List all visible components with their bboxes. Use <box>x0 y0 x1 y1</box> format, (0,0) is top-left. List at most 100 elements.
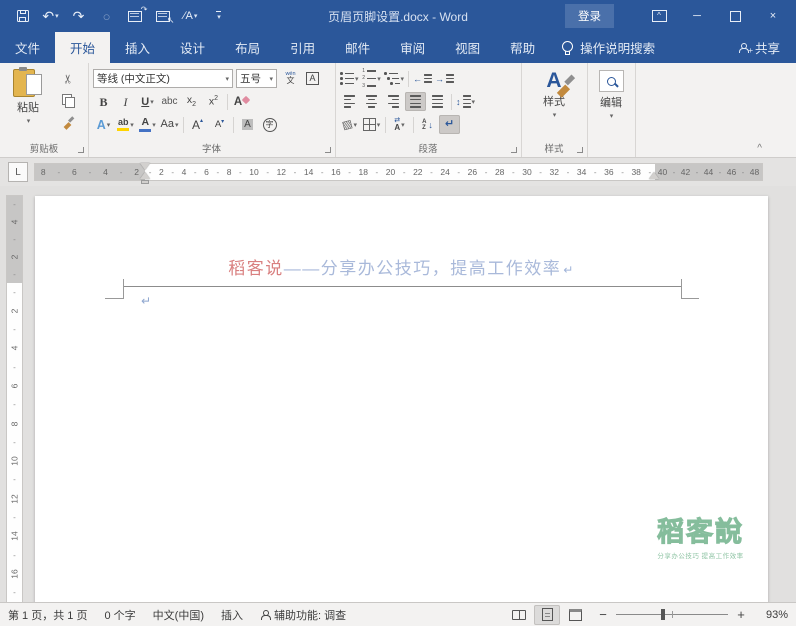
page-number-status[interactable]: 第 1 页，共 1 页 <box>8 607 87 623</box>
numbering-icon[interactable]: 123▾ <box>361 69 382 88</box>
italic-icon[interactable]: I <box>115 92 136 111</box>
shading-icon[interactable]: ▨▾ <box>339 115 360 134</box>
align-center-icon[interactable] <box>361 92 382 111</box>
clear-formatting-icon[interactable]: A <box>231 92 252 111</box>
tab-邮件[interactable]: 邮件 <box>330 32 385 63</box>
language-status[interactable]: 中文(中国) <box>153 607 204 623</box>
share-button[interactable]: + 共享 <box>738 32 796 63</box>
underline-icon[interactable]: U▾ <box>137 92 158 111</box>
word-count-status[interactable]: 0 个字 <box>104 607 135 623</box>
align-right-icon[interactable] <box>383 92 404 111</box>
tab-帮助[interactable]: 帮助 <box>495 32 550 63</box>
justify-icon[interactable] <box>405 92 426 111</box>
zoom-slider[interactable] <box>616 614 728 615</box>
styles-dialog-launcher[interactable] <box>577 147 583 153</box>
increase-indent-icon[interactable]: → <box>434 69 455 88</box>
tab-引用[interactable]: 引用 <box>275 32 330 63</box>
login-button[interactable]: 登录 <box>565 4 614 28</box>
subscript-icon[interactable]: x2 <box>181 92 202 111</box>
copy-icon[interactable] <box>58 93 79 108</box>
font-size-combo[interactable]: 五号 ▾ <box>236 69 277 88</box>
paste-button[interactable]: 粘贴 ▾ <box>5 69 51 125</box>
style-painter-icon[interactable]: ∕A▾ <box>180 7 201 26</box>
vertical-ruler[interactable]: -4-2- -2-4-6-8-10-12-14-16- <box>7 196 22 602</box>
customize-qat-icon[interactable]: ▾ <box>208 7 229 26</box>
font-dialog-launcher[interactable] <box>325 147 331 153</box>
borders-icon[interactable]: ▾ <box>361 115 382 134</box>
redo-icon[interactable]: ↷ <box>68 7 89 26</box>
insert-mode-status[interactable]: 插入 <box>221 607 243 623</box>
tell-me-search[interactable]: 操作说明搜索 <box>562 32 655 63</box>
save-icon[interactable] <box>12 7 33 26</box>
distribute-icon[interactable] <box>427 92 448 111</box>
zoom-in-button[interactable]: + <box>736 607 746 622</box>
font-name-combo[interactable]: 等线 (中文正文) ▾ <box>93 69 233 88</box>
maximize-icon[interactable] <box>716 0 754 32</box>
tab-开始[interactable]: 开始 <box>55 32 110 63</box>
close-icon[interactable]: × <box>754 0 792 32</box>
tab-视图[interactable]: 视图 <box>440 32 495 63</box>
show-marks-icon[interactable]: ↵ <box>439 115 460 134</box>
phonetic-guide-icon[interactable]: wén文 <box>280 69 301 88</box>
enclose-characters-icon[interactable]: 字 <box>259 115 280 134</box>
repeat-disabled-icon[interactable]: ○ <box>96 7 117 26</box>
grow-font-icon[interactable]: A▴ <box>187 115 208 134</box>
zoom-percentage[interactable]: 93% <box>756 609 788 621</box>
format-painter-icon[interactable] <box>58 115 79 130</box>
tab-设计[interactable]: 设计 <box>165 32 220 63</box>
dropdown-arrow-icon[interactable]: ▾ <box>27 117 31 125</box>
chevron-down-icon[interactable]: ▾ <box>610 112 614 120</box>
strikethrough-icon[interactable]: abc <box>159 92 180 111</box>
character-shading-icon[interactable]: A <box>237 115 258 134</box>
font-color-icon[interactable]: A▾ <box>137 115 158 134</box>
bullets-icon[interactable]: ▾ <box>339 69 360 88</box>
document-page[interactable]: 稻客说——分享办公技巧，提高工作效率↵ ↵ 稻客說 分享办公技巧 提高工作效率 <box>35 196 768 602</box>
read-mode-icon[interactable] <box>506 605 532 625</box>
cut-icon[interactable]: ✂ <box>58 71 79 86</box>
tab-布局[interactable]: 布局 <box>220 32 275 63</box>
clipboard-dialog-launcher[interactable] <box>78 147 84 153</box>
styles-gallery-button[interactable]: A 样式 ▾ <box>521 70 587 119</box>
line-spacing-icon[interactable]: ↕▾ <box>455 92 476 111</box>
align-left-icon[interactable] <box>339 92 360 111</box>
right-indent-marker[interactable] <box>649 172 659 179</box>
header-text[interactable]: 稻客说——分享办公技巧，提高工作效率↵ <box>35 254 768 279</box>
asian-layout-icon[interactable]: ⇄A▾ <box>389 115 410 134</box>
print-layout-icon[interactable] <box>534 605 560 625</box>
chevron-down-icon[interactable]: ▾ <box>225 75 229 83</box>
minimize-icon[interactable]: ─ <box>678 0 716 32</box>
select-object-icon[interactable]: ↖ <box>152 7 173 26</box>
paragraph-dialog-launcher[interactable] <box>511 147 517 153</box>
first-line-indent-marker[interactable] <box>140 163 150 170</box>
collapse-ribbon-icon[interactable]: ^ <box>757 143 762 154</box>
zoom-slider-thumb[interactable] <box>661 609 665 620</box>
chevron-down-icon[interactable]: ▾ <box>553 111 557 119</box>
zoom-out-button[interactable]: − <box>598 607 608 622</box>
text-effects-icon[interactable]: A▾ <box>93 115 114 134</box>
superscript-icon[interactable]: x2 <box>203 92 224 111</box>
accessibility-status[interactable]: 辅助功能: 调查 <box>260 607 346 623</box>
sort-icon[interactable]: AZ↓ <box>417 115 438 134</box>
tab-stop-selector[interactable]: L <box>8 162 28 182</box>
left-indent-marker[interactable] <box>141 180 149 184</box>
text-highlight-icon[interactable]: ab▾ <box>115 115 136 134</box>
horizontal-ruler[interactable]: 8-6-4-2 -2-4-6-8-10-12-14-16-18-20-22-24… <box>35 164 762 180</box>
change-case-icon[interactable]: Aa▾ <box>159 115 180 134</box>
insert-field-icon[interactable]: ↷ <box>124 7 145 26</box>
shrink-font-icon[interactable]: A▾ <box>209 115 230 134</box>
ribbon-display-options-icon[interactable]: ^ <box>640 0 678 32</box>
undo-icon[interactable]: ↶▾ <box>40 7 61 26</box>
bold-icon[interactable]: B <box>93 92 114 111</box>
hanging-indent-marker[interactable] <box>140 172 150 179</box>
tab-审阅[interactable]: 审阅 <box>385 32 440 63</box>
chevron-down-icon[interactable]: ▾ <box>269 75 273 83</box>
tab-插入[interactable]: 插入 <box>110 32 165 63</box>
ruler-tick: - <box>89 168 92 177</box>
editing-group-button[interactable]: 编辑 ▾ <box>587 70 635 120</box>
web-layout-icon[interactable] <box>562 605 588 625</box>
character-border-icon[interactable]: A <box>302 69 323 88</box>
tab-file[interactable]: 文件 <box>0 32 55 63</box>
multilevel-list-icon[interactable]: ▾ <box>383 69 405 88</box>
ruler-tick: - <box>13 475 16 484</box>
decrease-indent-icon[interactable]: ← <box>412 69 433 88</box>
